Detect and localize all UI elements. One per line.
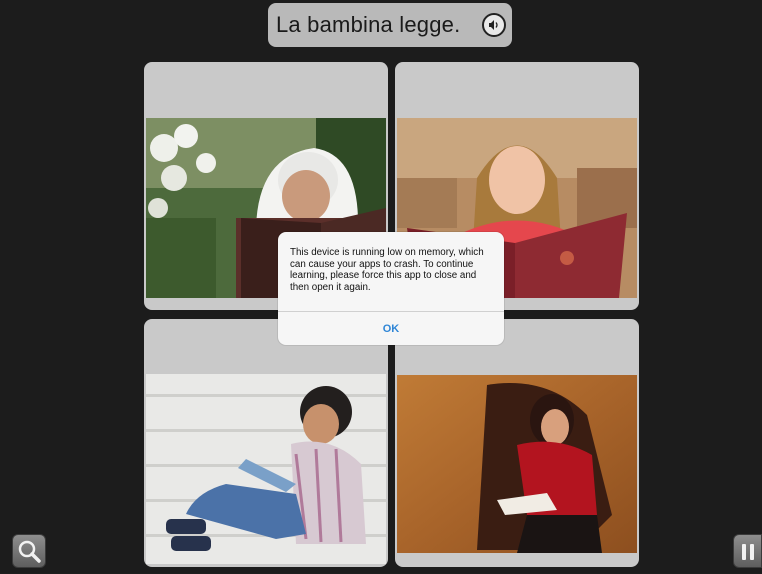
- magnifier-icon: [18, 540, 41, 563]
- photo-woman-reading: [397, 375, 637, 553]
- ok-button[interactable]: OK: [278, 312, 504, 345]
- prompt-text: La bambina legge.: [276, 12, 461, 37]
- pause-button[interactable]: [733, 534, 762, 568]
- speaker-icon[interactable]: [482, 13, 506, 37]
- answer-card-3[interactable]: [144, 319, 388, 567]
- prompt-bar: La bambina legge.: [268, 3, 512, 47]
- answer-card-4[interactable]: [395, 319, 639, 567]
- pause-icon: [742, 544, 754, 560]
- alert-message: This device is running low on memory, wh…: [290, 247, 484, 293]
- magnifier-button[interactable]: [12, 534, 46, 568]
- photo-boy-reading: [146, 374, 386, 564]
- app-screen: La bambina legge. This device is running…: [0, 0, 762, 573]
- low-memory-alert: This device is running low on memory, wh…: [278, 232, 504, 345]
